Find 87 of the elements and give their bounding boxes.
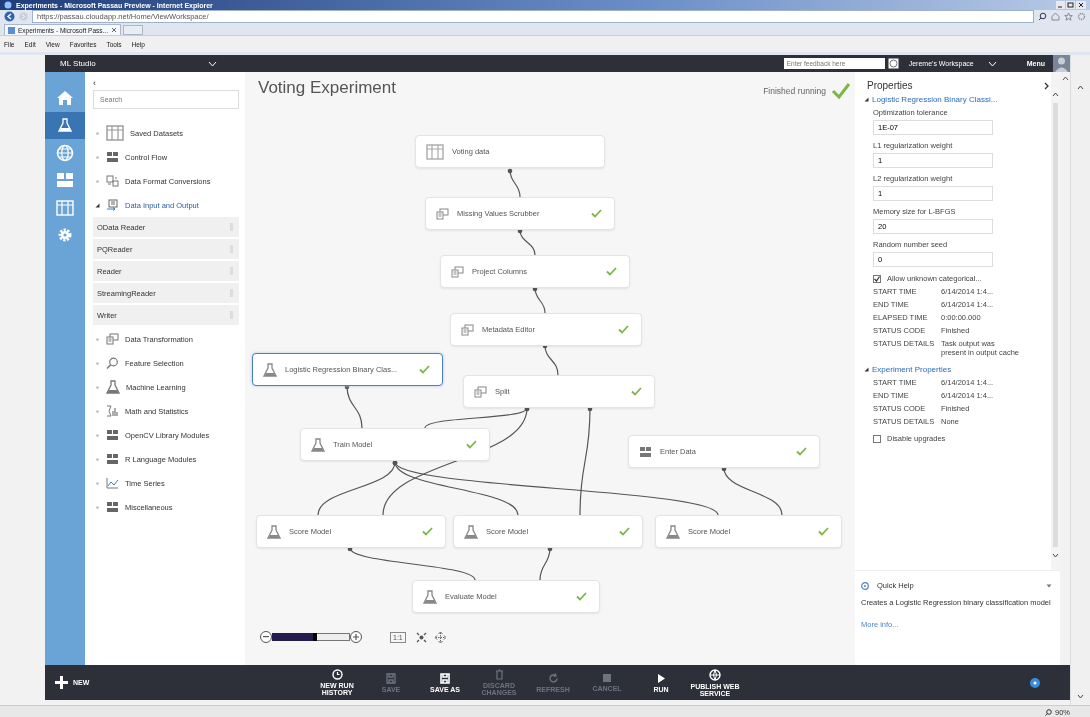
module-icon [451,265,464,278]
flask-icon [106,380,120,394]
zoom-in-button[interactable] [350,631,362,643]
minimize-icon[interactable] [1056,1,1065,9]
experiment-icon[interactable] [58,118,72,133]
table-icon [639,445,652,458]
module-icon [461,323,474,336]
save-icon [440,672,450,684]
connector [517,228,536,256]
slider-thumb[interactable] [312,633,317,641]
run-status: Finished running [763,86,826,96]
flask-icon [464,524,478,539]
scroll-down-icon[interactable] [1052,553,1059,558]
trash-icon [494,669,504,680]
zoom-out-button[interactable] [260,631,272,643]
blocks-icon [106,151,119,163]
chevron-down-icon[interactable] [987,60,997,67]
settings-icon[interactable] [1077,12,1086,21]
dataset-icon [426,143,444,160]
checkmark-icon [874,275,880,282]
zoom-slider[interactable] [272,633,350,641]
check-icon [831,82,851,100]
flask-icon [263,362,277,377]
play-icon [656,672,666,684]
favorites-icon[interactable] [1064,12,1073,21]
line-chart-icon [106,477,119,489]
chevron-down-icon[interactable] [208,60,217,67]
module-icon [106,333,119,345]
scroll-down-icon[interactable] [1077,694,1084,699]
minus-icon [263,636,269,638]
back-icon[interactable] [4,11,15,22]
fit-icon[interactable] [415,631,427,643]
panel-title: Properties [867,80,913,91]
plus-icon [55,676,68,689]
flask-icon [666,524,680,539]
help-icon [861,581,869,590]
dataset-icon[interactable] [56,199,74,216]
flask-icon [267,524,281,539]
blocks-icon [106,501,119,513]
scroll-up-icon[interactable] [1052,92,1059,97]
help-icon[interactable] [1030,677,1040,688]
expanded-triangle-icon [864,367,869,372]
close-icon[interactable] [1076,1,1086,9]
section-header[interactable]: Logistic Regression Binary Classi... [864,95,1051,104]
dataset-icon [106,125,124,141]
page-icon [8,26,15,34]
checkbox[interactable] [873,274,881,283]
maximize-icon[interactable] [1066,1,1075,9]
blocks-icon [106,429,119,441]
nav-item[interactable] [45,111,85,139]
module-icon [436,207,449,220]
app-name: ML Studio [59,59,97,68]
settings-icon[interactable] [57,227,73,244]
save-icon [386,672,396,684]
scroll-up-icon[interactable] [1077,85,1084,90]
connector [539,546,553,581]
input-output-icon [106,199,119,211]
refresh-icon [547,672,559,684]
expanded-triangle-icon [864,97,869,102]
home-icon[interactable] [56,89,74,106]
smiley-icon[interactable] [887,58,899,69]
zoom-icon [1045,708,1052,716]
module-icon [474,385,487,398]
browser-logo-icon [4,1,12,9]
collapse-button[interactable]: ‹ [93,78,239,90]
globe-icon [709,668,721,681]
search-icon [106,357,119,369]
collapse-panel-icon[interactable] [1044,81,1049,90]
checkbox[interactable] [873,434,881,443]
pan-icon[interactable] [434,631,446,643]
scrollbar[interactable] [1051,72,1060,570]
connector [344,384,363,429]
section-header[interactable]: Experiment Properties [864,365,1051,374]
flask-icon [311,437,325,452]
connector [721,466,783,516]
experiment-title[interactable]: Voting Experiment [258,78,396,98]
flask-icon [423,589,437,604]
tiles-icon[interactable] [56,172,74,189]
blocks-icon [106,453,119,465]
stop-icon [602,673,612,683]
conversion-icon [106,175,119,187]
statistics-icon [106,405,119,417]
clock-icon [331,669,343,680]
plus-icon [353,634,359,640]
search-icon[interactable] [1038,12,1047,21]
connector [507,168,521,198]
globe-icon[interactable] [56,143,74,162]
